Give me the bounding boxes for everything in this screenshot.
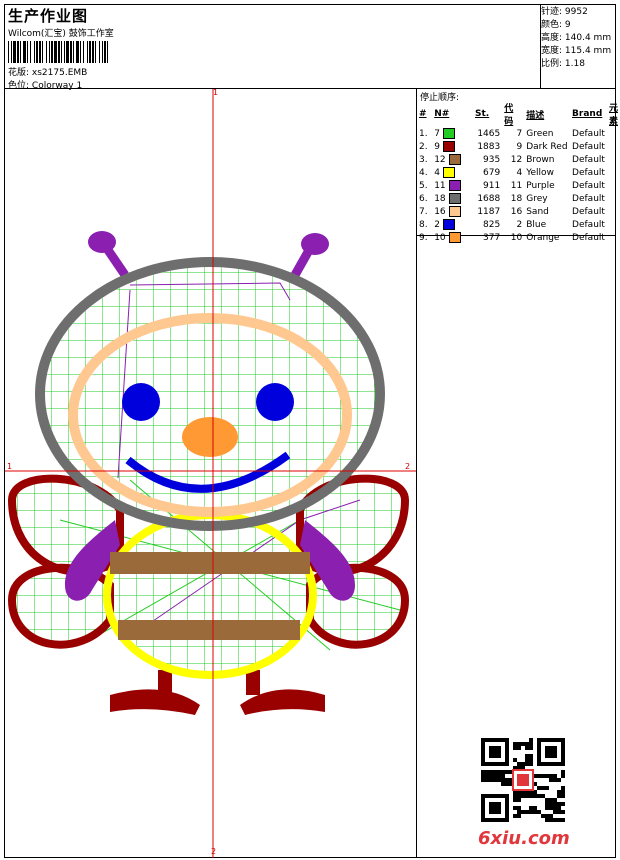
color-swatch	[442, 219, 455, 230]
col-brand: Brand	[572, 109, 603, 119]
embroidery-preview	[5, 89, 416, 858]
col-code: 代码	[504, 104, 514, 127]
qr-code	[481, 738, 565, 822]
table-row: 2. 9 1883 9 Dark Red Default	[419, 141, 605, 152]
col-st: St.	[474, 109, 490, 119]
table-row: 3. 12 935 12 Brown Default	[419, 154, 605, 165]
col-element: 元素	[608, 104, 618, 127]
stat-height: 高度: 140.4 mm	[541, 33, 612, 43]
col-n: N#	[434, 109, 450, 119]
stat-width: 宽度: 115.4 mm	[541, 46, 612, 56]
stat-ratio: 比例: 1.18	[541, 59, 585, 69]
table-row: 9. 10 377 10 Orange Default	[419, 232, 605, 243]
table-row: 5. 11 911 11 Purple Default	[419, 180, 605, 191]
right-eye	[256, 383, 294, 421]
color-swatch	[442, 141, 455, 152]
stats-panel: 针迹: 9952 颜色: 9 高度: 140.4 mm 宽度: 115.4 mm…	[541, 6, 611, 71]
col-desc: 描述	[526, 110, 545, 121]
header: 生产作业图 Wilcom(汇宝) 鼓饰工作室 花版: xs2175.EMB 色位…	[5, 5, 540, 91]
axis-label-left: 1	[7, 462, 13, 471]
design-label: 花版:	[8, 68, 30, 78]
stop-sequence-table: # N# St. 代码 描述 Brand 元素 1. 7 1465 7 Gree…	[417, 101, 620, 244]
color-swatch	[442, 167, 455, 178]
barcode	[8, 41, 108, 63]
site-watermark: 6xiu.com	[478, 828, 570, 849]
page-title: 生产作业图	[8, 7, 89, 25]
color-swatch	[448, 193, 461, 204]
design-file-line: 花版: xs2175.EMB	[8, 65, 87, 78]
table-header-row: # N# St. 代码 描述 Brand 元素	[417, 101, 620, 127]
axis-label-top: 1	[213, 88, 219, 97]
color-swatch	[448, 232, 461, 243]
table-row: 7. 16 1187 16 Sand Default	[419, 206, 605, 217]
nose	[182, 417, 238, 457]
table-row: 8. 2 825 2 Blue Default	[419, 219, 605, 230]
stat-stitches: 针迹: 9952	[541, 7, 588, 17]
table-row: 1. 7 1465 7 Green Default	[419, 128, 605, 139]
axis-label-bottom: 2	[211, 847, 217, 856]
table-row: 6. 18 1688 18 Grey Default	[419, 193, 605, 204]
stat-colors: 颜色: 9	[541, 20, 571, 30]
design-value: xs2175.EMB	[31, 68, 88, 78]
color-swatch	[448, 154, 461, 165]
left-eye	[122, 383, 160, 421]
company-name: Wilcom(汇宝) 鼓饰工作室	[8, 29, 114, 39]
table-row: 4. 4 679 4 Yellow Default	[419, 167, 605, 178]
col-index: #	[419, 109, 427, 119]
axis-label-right: 2	[405, 462, 411, 471]
color-swatch	[448, 180, 461, 191]
color-swatch	[448, 206, 461, 217]
color-swatch	[442, 128, 455, 139]
